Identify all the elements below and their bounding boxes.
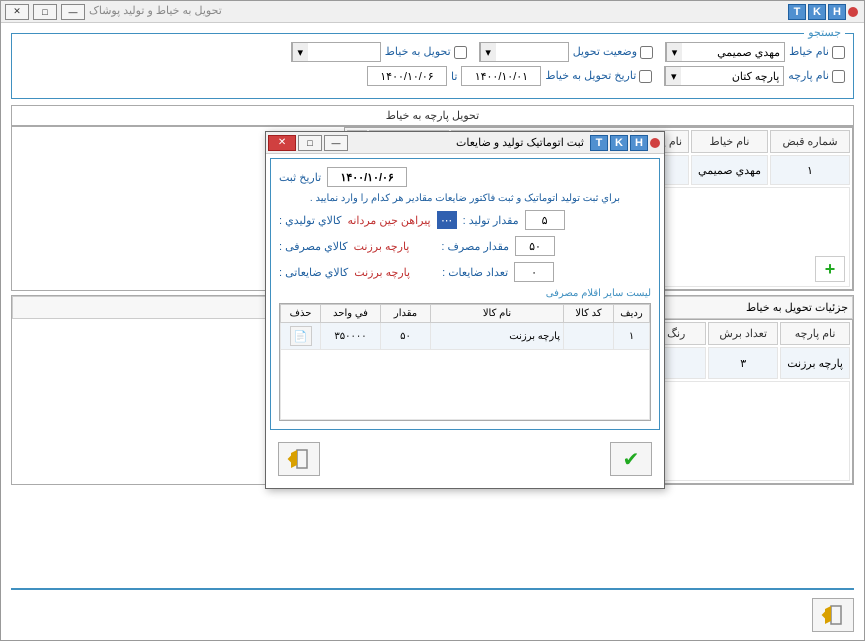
tailor-delivery-label: تحویل به خیاط <box>385 45 467 59</box>
modal-title: ثبت اتوماتیک تولید و ضایعات <box>456 136 584 149</box>
date-hist-label: تاریخ تحویل به خیاط <box>545 69 652 83</box>
add-row-button[interactable]: + <box>815 256 845 282</box>
exit-button[interactable] <box>812 598 854 632</box>
date-hist-check[interactable] <box>639 70 652 83</box>
tailor-delivery-combo[interactable]: ▾ <box>291 42 381 62</box>
tailor-name-check[interactable] <box>832 46 845 59</box>
g2-h1: تعداد برش <box>708 322 778 345</box>
date-from-input[interactable] <box>461 66 541 86</box>
modal-grid-title: لیست سایر اقلام مصرفی <box>279 288 651 299</box>
modal-hint: براي ثبت توليد اتوماتيک و ثبت فاکتور ضاي… <box>279 193 651 204</box>
modal-titlebar: HKT ثبت اتوماتیک تولید و ضایعات — □ ✕ <box>266 132 664 154</box>
row-delete-icon[interactable]: 📄 <box>290 326 312 346</box>
main-window: HKT تحویل به خیاط و تولید پوشاک — □ ✕ جس… <box>0 0 865 641</box>
record-dot-icon <box>650 138 660 148</box>
cons-item-value: پارچه برزنت <box>354 240 410 253</box>
g1-h1: نام خیاط <box>691 130 768 153</box>
modal-minimize-button[interactable]: — <box>324 135 348 151</box>
status-label: وضعیت تحویل <box>573 45 653 59</box>
reg-date-input[interactable] <box>327 167 407 187</box>
fabric-name-check[interactable] <box>832 70 845 83</box>
status-combo[interactable]: ▾ <box>479 42 569 62</box>
modal-grid-row[interactable]: ۱پارچه برزنت۵۰۳۵۰۰۰۰ 📄 <box>281 323 650 350</box>
tailor-name-label: نام خیاط <box>789 45 845 59</box>
prod-qty-input[interactable] <box>525 210 565 230</box>
g1-h0: شماره قبض <box>770 130 850 153</box>
footer-bar <box>11 588 854 632</box>
hkt-icons: HKT <box>590 135 648 151</box>
cons-qty-input[interactable] <box>515 236 555 256</box>
window-title: تحویل به خیاط و تولید پوشاک <box>89 4 222 20</box>
lookup-button[interactable]: ⋯ <box>437 211 457 229</box>
prod-item-value: پيراهن جين مردانه <box>347 214 430 227</box>
record-dot-icon <box>848 7 858 17</box>
waste-qty-input[interactable] <box>514 262 554 282</box>
grid1-title: تحویل پارچه به خیاط <box>11 105 854 126</box>
modal-grid: ردیف کد کالا نام کالا مقدار في واحد حذف … <box>279 303 651 421</box>
status-check[interactable] <box>640 46 653 59</box>
close-button[interactable]: ✕ <box>5 4 29 20</box>
date-to-input[interactable] <box>367 66 447 86</box>
main-titlebar: HKT تحویل به خیاط و تولید پوشاک — □ ✕ <box>1 1 864 23</box>
modal-maximize-button[interactable]: □ <box>298 135 322 151</box>
fabric-name-label: نام پارچه <box>788 69 845 83</box>
tailor-name-combo[interactable]: مهدي صميمي▾ <box>665 42 785 62</box>
maximize-button[interactable]: □ <box>33 4 57 20</box>
waste-item-value: پارچه برزنت <box>354 266 410 279</box>
search-legend: جستجو <box>804 26 845 39</box>
confirm-button[interactable]: ✔ <box>610 442 652 476</box>
production-modal: HKT ثبت اتوماتیک تولید و ضایعات — □ ✕ تا… <box>265 131 665 489</box>
search-panel: جستجو نام خیاطمهدي صميمي▾ وضعیت تحویل▾ ت… <box>11 33 854 99</box>
modal-exit-button[interactable] <box>278 442 320 476</box>
hkt-icons: HKT <box>788 4 846 20</box>
modal-close-button[interactable]: ✕ <box>268 135 296 151</box>
g2-h0: نام پارچه <box>780 322 850 345</box>
fabric-name-combo[interactable]: پارچه کتان▾ <box>664 66 784 86</box>
tailor-delivery-check[interactable] <box>454 46 467 59</box>
minimize-button[interactable]: — <box>61 4 85 20</box>
